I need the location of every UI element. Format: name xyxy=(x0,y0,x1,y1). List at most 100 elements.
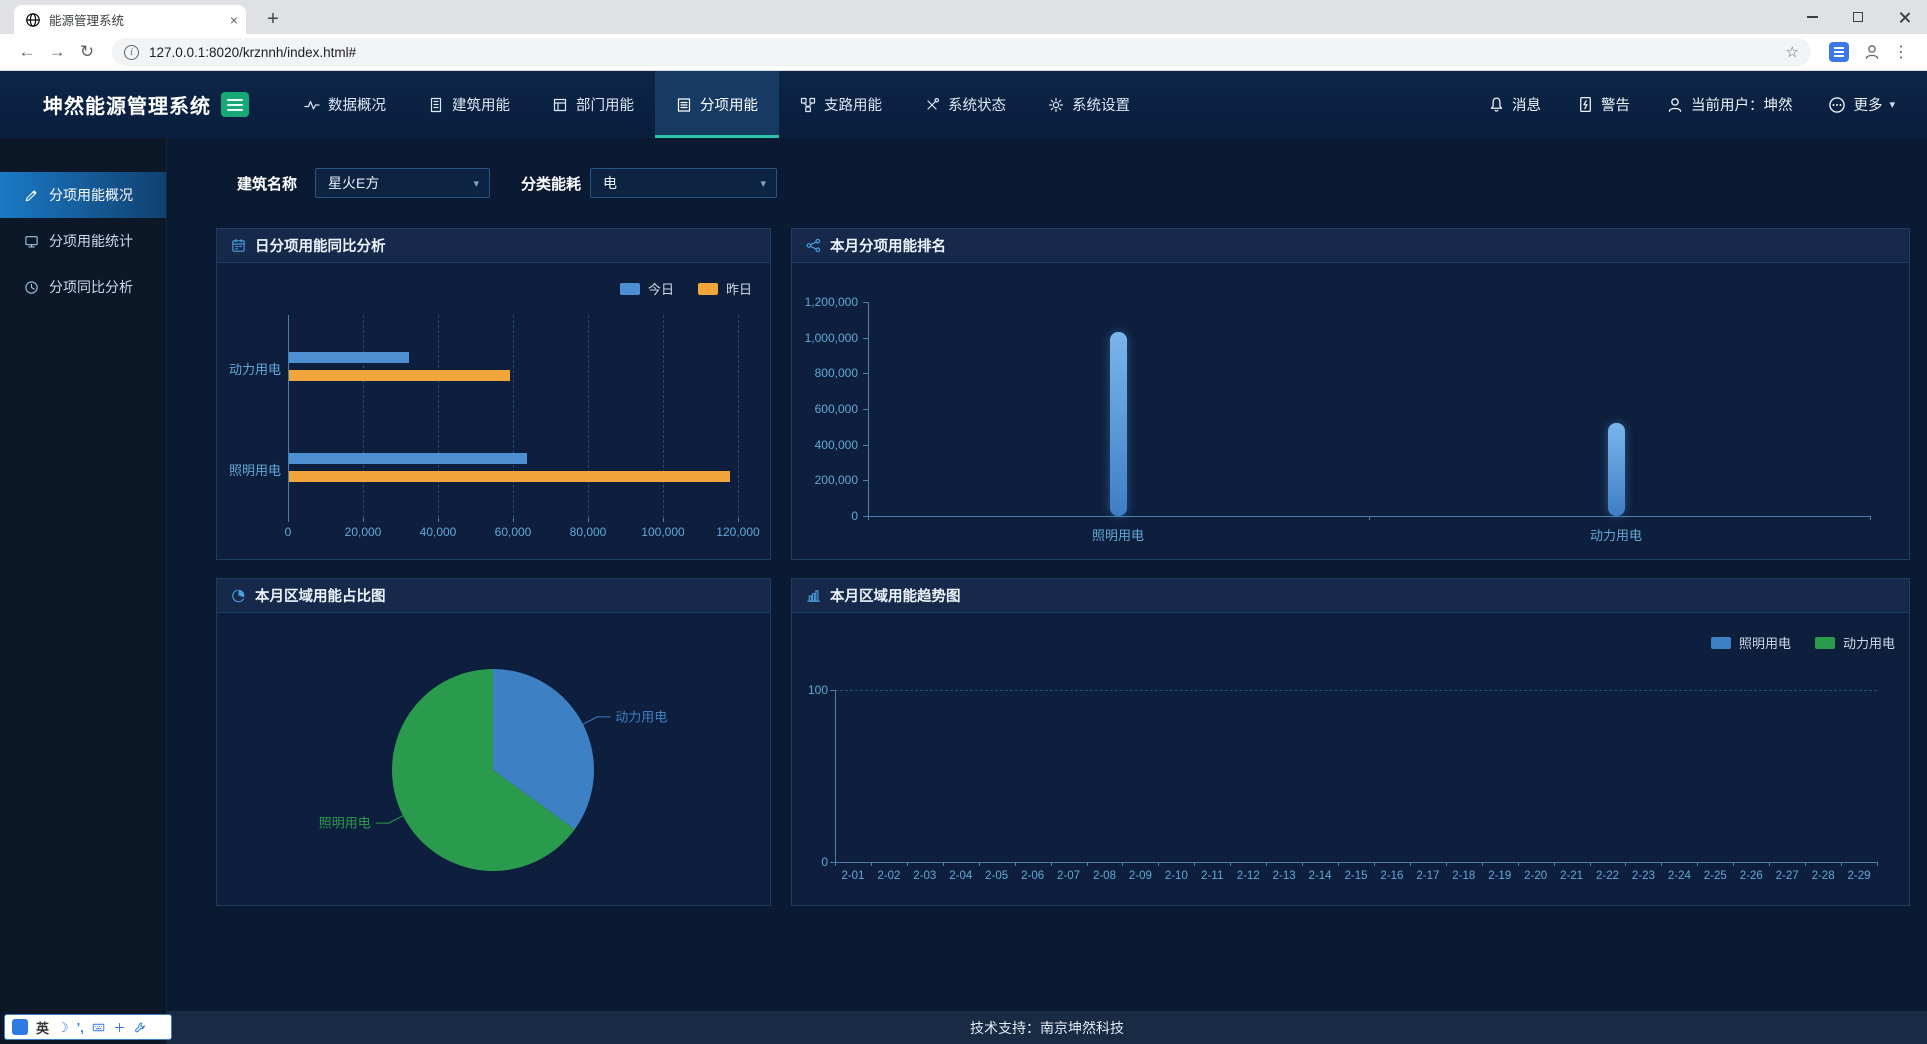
building-name-label: 建筑名称 xyxy=(237,173,297,194)
rank-icon xyxy=(806,238,821,253)
y-tick-label: 200,000 xyxy=(792,473,858,487)
y-tick-label: 1,200,000 xyxy=(792,295,858,309)
building-select[interactable]: 星火E方 ▾ xyxy=(315,168,490,198)
x-axis-tick xyxy=(1769,862,1770,866)
address-bar[interactable]: i 127.0.0.1:8020/krznnh/index.html# ☆ xyxy=(112,38,1811,66)
list-icon xyxy=(676,97,692,113)
x-axis-tick xyxy=(513,518,514,522)
sidebar-menu: 分项用能概况分项用能统计分项同比分析 xyxy=(0,138,166,310)
nav-item-data-overview[interactable]: 数据概况 xyxy=(283,71,407,138)
tab-close-icon[interactable]: × xyxy=(230,13,238,27)
x-tick-label: 2-29 xyxy=(1839,870,1879,882)
sidebar-item-item-energy-stats[interactable]: 分项用能统计 xyxy=(0,218,166,264)
more-circle-icon xyxy=(1828,96,1846,114)
y-axis-line xyxy=(835,690,836,862)
x-tick-label: 2-10 xyxy=(1156,870,1196,882)
x-axis-tick xyxy=(1733,862,1734,866)
current-user-button[interactable]: 当前用户：坤然 xyxy=(1666,94,1793,115)
reload-button[interactable]: ↻ xyxy=(72,37,102,67)
grid-line xyxy=(438,315,439,518)
bar-yesterday xyxy=(289,471,730,482)
x-axis-tick xyxy=(663,518,664,522)
x-tick-label: 2-21 xyxy=(1552,870,1592,882)
daily-comparison-chart: 今日昨日020,00040,00060,00080,000100,000120,… xyxy=(217,263,770,559)
ime-wrench-icon[interactable] xyxy=(134,1021,147,1034)
x-tick-label: 2-23 xyxy=(1623,870,1663,882)
area-trend-chart: 照明用电动力用电01002-012-022-032-042-052-062-07… xyxy=(792,613,1909,905)
main-nav: 数据概况建筑用能部门用能分项用能支路用能系统状态系统设置 xyxy=(283,71,1151,138)
legend-swatch xyxy=(698,283,718,295)
messages-button[interactable]: 消息 xyxy=(1488,94,1541,115)
x-axis-tick xyxy=(1051,862,1052,866)
gear-icon xyxy=(1048,97,1064,113)
x-axis-tick xyxy=(1410,862,1411,866)
profile-avatar-icon[interactable] xyxy=(1863,43,1881,61)
window-restore-button[interactable] xyxy=(1835,0,1881,34)
sidebar: 分项用能概况分项用能统计分项同比分析 xyxy=(0,138,167,1044)
x-axis-tick xyxy=(1554,862,1555,866)
ime-moon-icon[interactable]: ☽ xyxy=(57,1021,69,1034)
app-logo: 坤然能源管理系统 xyxy=(43,90,221,119)
ime-toolbox-icon[interactable] xyxy=(113,1021,126,1034)
legend-label: 动力用电 xyxy=(1843,633,1895,652)
window-minimize-button[interactable] xyxy=(1789,0,1835,34)
minimize-icon xyxy=(1807,16,1818,18)
x-axis-tick xyxy=(363,518,364,522)
new-tab-button[interactable]: + xyxy=(259,5,287,33)
x-axis-tick xyxy=(1338,862,1339,866)
bar-today xyxy=(289,352,409,363)
energy-type-select[interactable]: 电 ▾ xyxy=(590,168,777,198)
site-info-icon[interactable]: i xyxy=(124,45,139,60)
x-tick-label: 2-01 xyxy=(833,870,873,882)
back-button[interactable]: ← xyxy=(12,37,42,67)
alerts-label: 警告 xyxy=(1601,94,1630,115)
tab-title: 能源管理系统 xyxy=(49,10,222,29)
x-tick-label: 2-25 xyxy=(1695,870,1735,882)
x-tick-label: 2-07 xyxy=(1049,870,1089,882)
nav-item-item-energy[interactable]: 分项用能 xyxy=(655,71,779,138)
nav-item-system-status[interactable]: 系统状态 xyxy=(903,71,1027,138)
sidebar-item-item-yoy-analysis[interactable]: 分项同比分析 xyxy=(0,264,166,310)
ime-lang-indicator[interactable]: 英 xyxy=(36,1018,49,1037)
sidebar-item-item-energy-overview[interactable]: 分项用能概况 xyxy=(0,172,166,218)
legend-item[interactable]: 昨日 xyxy=(698,279,752,298)
legend-item[interactable]: 照明用电 xyxy=(1711,633,1791,652)
sidebar-item-label: 分项同比分析 xyxy=(49,277,133,297)
browser-toolbar: ← → ↻ i 127.0.0.1:8020/krznnh/index.html… xyxy=(0,34,1927,71)
x-axis-tick xyxy=(1302,862,1303,866)
nav-item-system-settings[interactable]: 系统设置 xyxy=(1027,71,1151,138)
x-axis-tick xyxy=(979,862,980,866)
browser-tab[interactable]: 能源管理系统 × xyxy=(14,5,246,34)
ime-keyboard-icon[interactable] xyxy=(92,1021,105,1034)
y-axis-line xyxy=(288,315,289,518)
panel-monthly-ranking: 本月分项用能排名 0200,000400,000600,000800,0001,… xyxy=(791,228,1910,560)
chevron-down-icon: ▾ xyxy=(1889,98,1895,111)
nav-item-label: 数据概况 xyxy=(328,94,386,115)
x-tick-label: 0 xyxy=(253,525,323,539)
legend-item[interactable]: 动力用电 xyxy=(1815,633,1895,652)
browser-menu-icon[interactable]: ⋮ xyxy=(1893,42,1909,62)
y-axis-line xyxy=(868,302,869,516)
window-close-button[interactable] xyxy=(1881,0,1927,34)
x-tick-label: 2-16 xyxy=(1372,870,1412,882)
x-tick-label: 2-03 xyxy=(905,870,945,882)
extension-icon[interactable] xyxy=(1829,42,1849,62)
nav-item-branch-energy[interactable]: 支路用能 xyxy=(779,71,903,138)
nav-item-department-energy[interactable]: 部门用能 xyxy=(531,71,655,138)
menu-toggle-button[interactable] xyxy=(221,92,249,117)
x-axis-tick xyxy=(1625,862,1626,866)
x-tick-label: 2-12 xyxy=(1228,870,1268,882)
ime-logo-icon[interactable] xyxy=(12,1019,28,1035)
x-tick-label: 2-28 xyxy=(1803,870,1843,882)
legend-item[interactable]: 今日 xyxy=(620,279,674,298)
bookmark-star-icon[interactable]: ☆ xyxy=(1786,43,1799,61)
more-menu-button[interactable]: 更多 ▾ xyxy=(1828,94,1895,115)
monitor-icon xyxy=(24,234,39,249)
restore-icon xyxy=(1853,12,1863,22)
nav-item-building-energy[interactable]: 建筑用能 xyxy=(407,71,531,138)
alerts-button[interactable]: 警告 xyxy=(1577,94,1630,115)
x-tick-label: 2-04 xyxy=(941,870,981,882)
forward-button[interactable]: → xyxy=(42,37,72,67)
pie-slice-label: 照明用电 xyxy=(319,816,371,831)
ime-punctuation-icon[interactable]: ’, xyxy=(77,1021,84,1034)
